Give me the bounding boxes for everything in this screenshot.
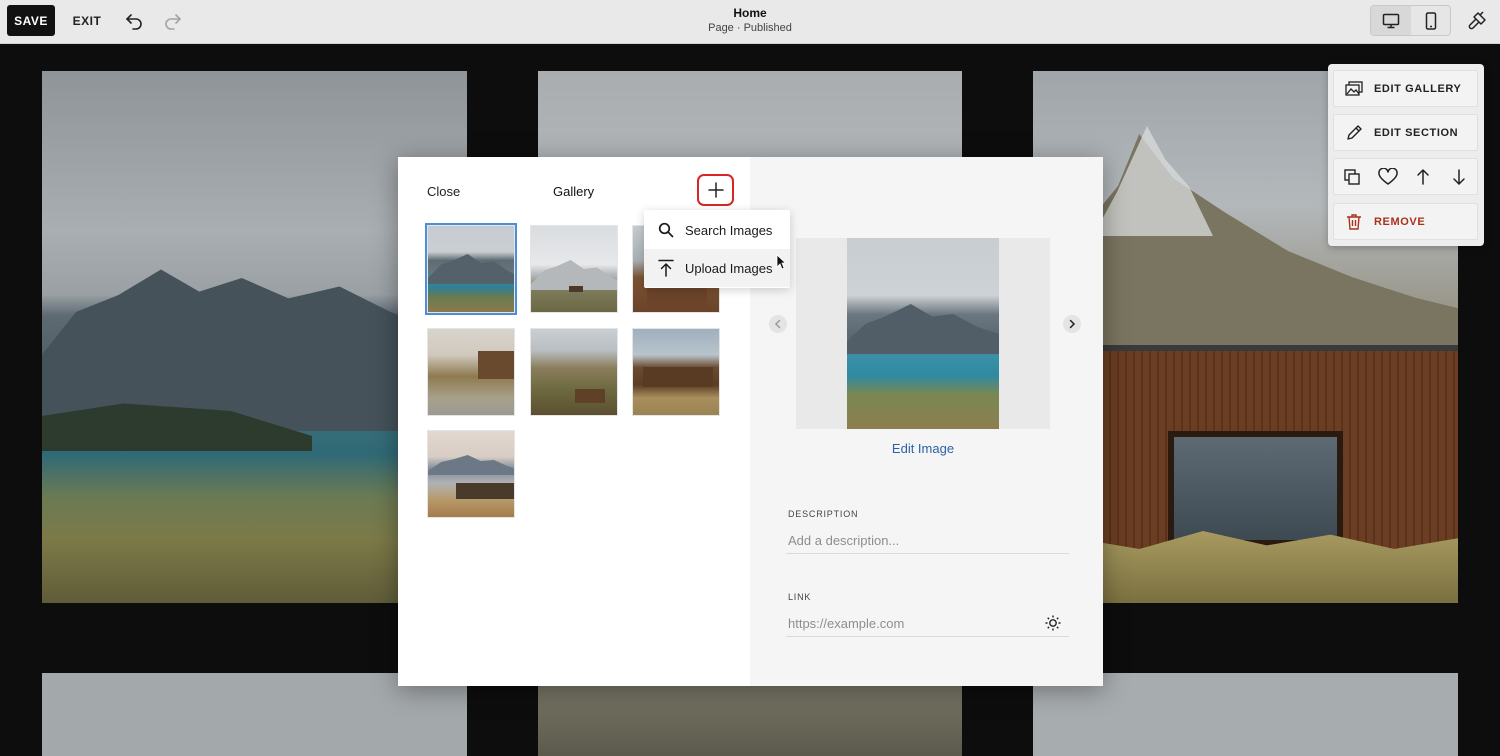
image-details-pane: Edit Image DESCRIPTION LINK: [750, 157, 1103, 686]
trash-icon: [1344, 212, 1364, 232]
exit-button[interactable]: EXIT: [66, 5, 108, 36]
edit-gallery-label: EDIT GALLERY: [1374, 82, 1462, 95]
mobile-view-icon[interactable]: [1411, 6, 1450, 35]
link-input[interactable]: [786, 611, 1069, 637]
upload-icon: [657, 259, 675, 277]
search-images-label: Search Images: [685, 222, 773, 238]
add-images-dropdown: Search Images Upload Images: [644, 210, 790, 288]
gallery-thumbnail-1[interactable]: [425, 223, 517, 315]
preview-image: [847, 238, 999, 429]
image-preview: [796, 238, 1050, 429]
remove-section-button[interactable]: REMOVE: [1333, 203, 1478, 240]
add-images-button[interactable]: [697, 174, 734, 206]
arrow-down-icon[interactable]: [1448, 166, 1470, 188]
design-brush-icon[interactable]: [1464, 8, 1490, 34]
redo-icon[interactable]: [161, 8, 185, 32]
edit-section-label: EDIT SECTION: [1374, 126, 1459, 139]
gallery-thumbnail-6[interactable]: [632, 328, 720, 416]
close-button[interactable]: Close: [427, 184, 460, 199]
plus-icon: [707, 182, 724, 198]
page-info[interactable]: Home Page · Published: [600, 6, 900, 35]
gallery-icon: [1344, 79, 1364, 99]
gallery-thumbnail-2[interactable]: [530, 225, 618, 313]
pencil-icon: [1344, 123, 1364, 143]
link-settings-gear-icon[interactable]: [1044, 614, 1062, 632]
undo-icon[interactable]: [122, 8, 146, 32]
chevron-left-icon: [774, 319, 781, 329]
mouse-pointer-icon: [776, 254, 787, 270]
section-icon-row: [1333, 158, 1478, 195]
modal-title: Gallery: [553, 184, 595, 199]
description-input[interactable]: [786, 528, 1069, 554]
edit-image-link[interactable]: Edit Image: [796, 441, 1050, 456]
chevron-right-icon: [1069, 319, 1076, 329]
section-actions-menu: EDIT GALLERY EDIT SECTION REMOVE: [1328, 64, 1484, 246]
gallery-thumbnail-5[interactable]: [530, 328, 618, 416]
page-title: Home: [733, 6, 767, 20]
search-icon: [657, 221, 675, 239]
previous-image-button[interactable]: [769, 315, 787, 333]
description-label: DESCRIPTION: [788, 509, 859, 519]
remove-label: REMOVE: [1374, 215, 1426, 228]
upload-images-label: Upload Images: [685, 260, 773, 276]
edit-gallery-button[interactable]: EDIT GALLERY: [1333, 70, 1478, 107]
upload-images-option[interactable]: Upload Images: [644, 249, 790, 287]
top-toolbar: SAVE EXIT Home Page · Published: [0, 0, 1500, 44]
save-button[interactable]: SAVE: [7, 5, 55, 36]
link-label: LINK: [788, 592, 812, 602]
next-image-button[interactable]: [1063, 315, 1081, 333]
heart-icon[interactable]: [1377, 166, 1399, 188]
page-status: Page · Published: [708, 22, 792, 34]
duplicate-icon[interactable]: [1341, 166, 1363, 188]
edit-section-button[interactable]: EDIT SECTION: [1333, 114, 1478, 151]
gallery-thumbnail-4[interactable]: [427, 328, 515, 416]
search-images-option[interactable]: Search Images: [644, 211, 790, 249]
device-toggle: [1370, 5, 1451, 36]
gallery-thumbnail-7[interactable]: [427, 430, 515, 518]
desktop-view-icon[interactable]: [1371, 6, 1411, 35]
arrow-up-icon[interactable]: [1412, 166, 1434, 188]
